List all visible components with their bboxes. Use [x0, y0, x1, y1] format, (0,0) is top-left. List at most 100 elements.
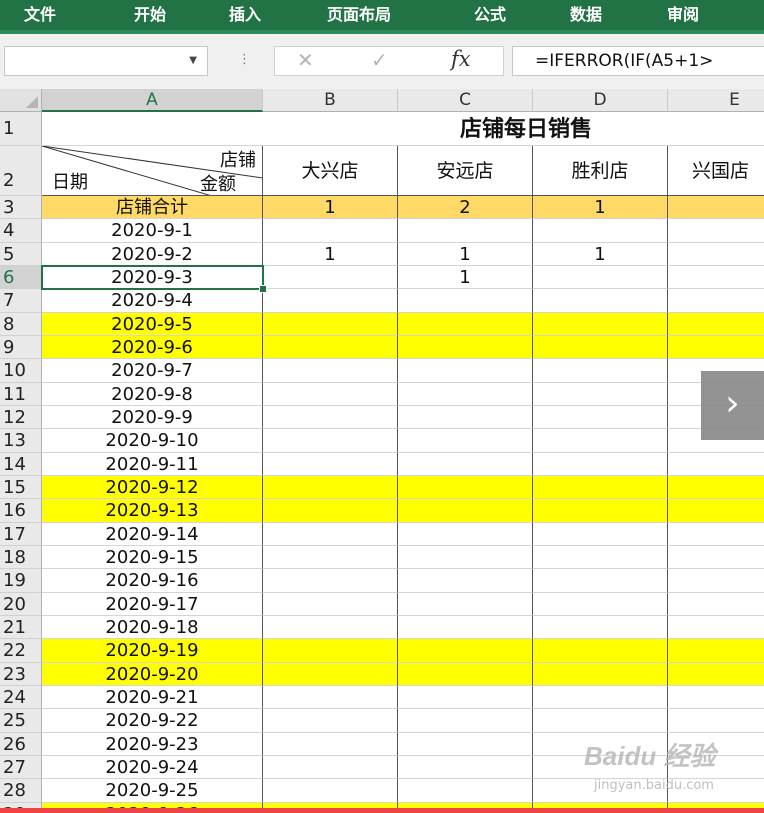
date-row-value-cell[interactable]: [668, 569, 764, 593]
date-row-date-cell[interactable]: 2020-9-16: [42, 569, 263, 593]
date-row-value-cell[interactable]: [398, 219, 533, 243]
store-header-0[interactable]: 大兴店: [263, 146, 398, 196]
row-header-18[interactable]: 18: [0, 545, 42, 570]
date-row-value-cell[interactable]: [263, 662, 398, 686]
date-row-value-cell[interactable]: [263, 592, 398, 616]
date-row-value-cell[interactable]: [533, 359, 668, 383]
store-header-1[interactable]: 安远店: [398, 146, 533, 196]
row-header-4[interactable]: 4: [0, 219, 42, 243]
row-header-25[interactable]: 25: [0, 709, 42, 733]
date-row-value-cell[interactable]: [533, 265, 668, 290]
row-header-16[interactable]: 16: [0, 499, 42, 523]
date-row-value-cell[interactable]: [533, 569, 668, 593]
date-row-date-cell[interactable]: 2020-9-22: [42, 709, 263, 733]
date-row-date-cell[interactable]: 2020-9-2: [42, 242, 263, 266]
ribbon-tab-0[interactable]: 文件: [24, 0, 56, 30]
formula-input[interactable]: =IFERROR(IF(A5+1>: [512, 46, 764, 76]
date-row-value-cell[interactable]: [668, 686, 764, 710]
date-row-value-cell[interactable]: [668, 335, 764, 360]
date-row-value-cell[interactable]: [533, 639, 668, 663]
date-row-date-cell[interactable]: 2020-9-25: [42, 779, 263, 803]
date-row-value-cell[interactable]: [398, 312, 533, 336]
date-row-value-cell[interactable]: [668, 709, 764, 733]
insert-function-button[interactable]: fx: [451, 47, 471, 71]
date-row-value-cell[interactable]: [668, 639, 764, 663]
row-header-20[interactable]: 20: [0, 592, 42, 616]
date-row-date-cell[interactable]: 2020-9-8: [42, 382, 263, 406]
store-header-2[interactable]: 胜利店: [533, 146, 668, 196]
row-header-21[interactable]: 21: [0, 615, 42, 640]
date-row-date-cell[interactable]: 2020-9-4: [42, 289, 263, 313]
date-row-date-cell[interactable]: 2020-9-18: [42, 615, 263, 640]
date-row-value-cell[interactable]: [398, 545, 533, 570]
row-header-6[interactable]: 6: [0, 265, 42, 290]
date-row-value-cell[interactable]: [533, 615, 668, 640]
date-row-value-cell[interactable]: [263, 685, 398, 710]
date-row-value-cell[interactable]: [398, 475, 533, 500]
date-row-value-cell[interactable]: [668, 499, 764, 523]
date-row-value-cell[interactable]: [263, 265, 398, 290]
date-row-date-cell[interactable]: 2020-9-6: [42, 335, 263, 360]
date-row-date-cell[interactable]: 2020-9-17: [42, 592, 263, 616]
date-row-value-cell[interactable]: [263, 522, 398, 546]
date-row-date-cell[interactable]: 2020-9-10: [42, 429, 263, 453]
date-row-date-cell[interactable]: 2020-9-5: [42, 312, 263, 336]
date-row-date-cell[interactable]: 2020-9-24: [42, 755, 263, 780]
name-box[interactable]: ▼: [4, 46, 208, 76]
row-header-9[interactable]: 9: [0, 335, 42, 360]
date-row-value-cell[interactable]: [668, 243, 764, 266]
drag-handle-icon[interactable]: ⋮: [238, 52, 251, 67]
date-row-value-cell[interactable]: [668, 219, 764, 243]
row-header-7[interactable]: 7: [0, 289, 42, 313]
total-value-cell[interactable]: 1: [263, 196, 398, 220]
date-row-value-cell[interactable]: [533, 545, 668, 570]
date-row-value-cell[interactable]: [668, 523, 764, 546]
date-row-value-cell[interactable]: [398, 685, 533, 710]
date-row-date-cell[interactable]: 2020-9-20: [42, 662, 263, 686]
date-row-date-cell[interactable]: 2020-9-12: [42, 475, 263, 500]
date-row-value-cell[interactable]: [533, 685, 668, 710]
date-row-value-cell[interactable]: [398, 499, 533, 523]
title-row[interactable]: [42, 112, 764, 146]
date-row-value-cell[interactable]: [398, 429, 533, 453]
date-row-value-cell[interactable]: [398, 522, 533, 546]
date-row-value-cell[interactable]: [398, 779, 533, 803]
date-row-value-cell[interactable]: [533, 335, 668, 360]
date-row-value-cell[interactable]: [263, 569, 398, 593]
row-header-10[interactable]: 10: [0, 359, 42, 383]
date-row-date-cell[interactable]: 2020-9-23: [42, 732, 263, 756]
chevron-down-icon[interactable]: ▼: [189, 55, 197, 66]
date-row-value-cell[interactable]: [668, 312, 764, 336]
date-row-date-cell[interactable]: 2020-9-21: [42, 685, 263, 710]
ribbon-tab-1[interactable]: 开始: [134, 0, 166, 30]
row-header-3[interactable]: 3: [0, 196, 42, 220]
date-row-value-cell[interactable]: [533, 475, 668, 500]
row-header-17[interactable]: 17: [0, 522, 42, 546]
date-row-date-cell[interactable]: 2020-9-7: [42, 359, 263, 383]
date-row-value-cell[interactable]: [533, 429, 668, 453]
row-header-22[interactable]: 22: [0, 639, 42, 663]
column-header-a[interactable]: A: [42, 89, 263, 112]
date-row-value-cell[interactable]: [668, 593, 764, 616]
date-row-value-cell[interactable]: [263, 639, 398, 663]
date-row-value-cell[interactable]: [263, 779, 398, 803]
date-row-value-cell[interactable]: [668, 266, 764, 290]
date-row-value-cell[interactable]: [398, 452, 533, 476]
date-row-value-cell[interactable]: 1: [263, 242, 398, 266]
date-row-value-cell[interactable]: [398, 335, 533, 360]
row-header-1[interactable]: 1: [0, 112, 42, 146]
row-header-15[interactable]: 15: [0, 475, 42, 500]
date-row-value-cell[interactable]: [263, 452, 398, 476]
date-row-value-cell[interactable]: [668, 475, 764, 500]
date-row-value-cell[interactable]: [398, 592, 533, 616]
row-header-2[interactable]: 2: [0, 146, 42, 196]
date-row-value-cell[interactable]: [263, 289, 398, 313]
next-page-button[interactable]: ›: [701, 371, 764, 440]
date-row-value-cell[interactable]: [398, 382, 533, 406]
date-row-value-cell[interactable]: [533, 499, 668, 523]
date-row-value-cell[interactable]: [398, 615, 533, 640]
date-row-date-cell[interactable]: 2020-9-19: [42, 639, 263, 663]
row-header-28[interactable]: 28: [0, 779, 42, 803]
ribbon-tab-4[interactable]: 公式: [474, 0, 506, 30]
total-date-cell[interactable]: 店铺合计: [42, 196, 263, 220]
